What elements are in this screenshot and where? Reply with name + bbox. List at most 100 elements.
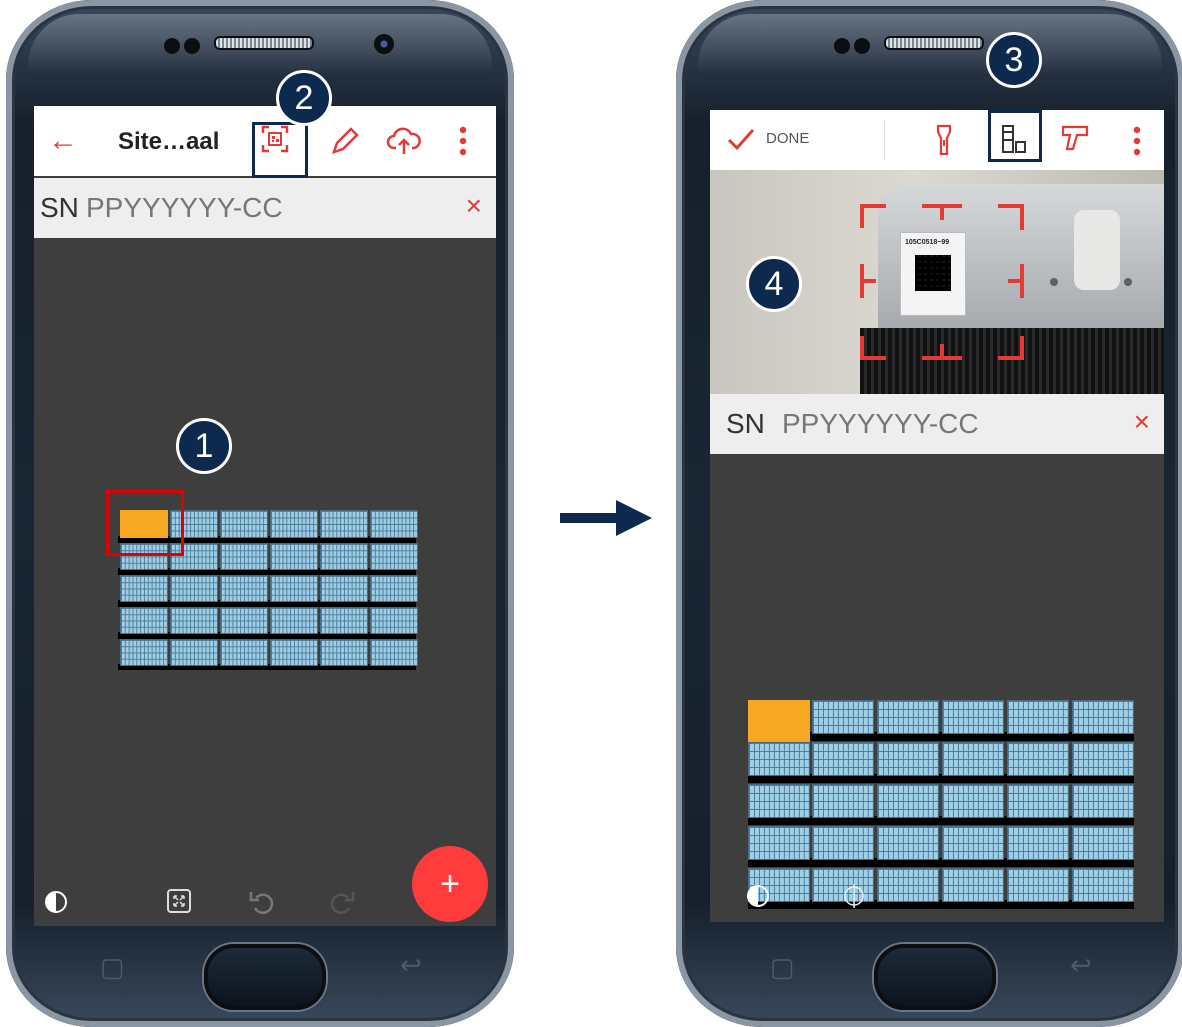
- solar-panel[interactable]: [812, 742, 874, 776]
- solar-panel[interactable]: [748, 826, 810, 860]
- callout-2: 2: [276, 70, 332, 126]
- solar-panel[interactable]: [220, 639, 268, 666]
- solar-panel[interactable]: [877, 700, 939, 734]
- solar-panel[interactable]: [1007, 700, 1069, 734]
- back-key-icon[interactable]: ↩: [400, 950, 422, 981]
- scan-frame: [860, 204, 1024, 360]
- solar-panel[interactable]: [320, 639, 368, 666]
- crosshair-icon[interactable]: [842, 884, 866, 913]
- more-vert-icon[interactable]: [458, 126, 468, 161]
- sensor: [854, 38, 870, 54]
- solar-panel[interactable]: [1072, 700, 1134, 734]
- solar-panel[interactable]: [370, 607, 418, 634]
- solar-panel[interactable]: [170, 607, 218, 634]
- solar-panel[interactable]: [1007, 784, 1069, 818]
- scanner-mode-highlight: [988, 110, 1042, 162]
- back-key-icon[interactable]: ↩: [1070, 950, 1092, 981]
- solar-panel[interactable]: [812, 700, 874, 734]
- cloud-upload-icon[interactable]: [386, 124, 422, 163]
- scan-button-highlight: [252, 122, 308, 178]
- transition-arrow-icon: [560, 500, 652, 541]
- toolbar-divider: [884, 120, 885, 160]
- callout-3: 3: [986, 32, 1042, 88]
- solar-panel[interactable]: [1072, 784, 1134, 818]
- solar-panel[interactable]: [1072, 742, 1134, 776]
- home-button[interactable]: [874, 944, 996, 1010]
- solar-panel[interactable]: [270, 607, 318, 634]
- solar-panel[interactable]: [1072, 868, 1134, 902]
- solar-panel[interactable]: [942, 742, 1004, 776]
- solar-panel[interactable]: [1007, 868, 1069, 902]
- solar-panel[interactable]: [748, 742, 810, 776]
- done-button[interactable]: DONE: [766, 130, 809, 147]
- solar-panel[interactable]: [170, 639, 218, 666]
- solar-panel[interactable]: [370, 510, 418, 538]
- redo-icon[interactable]: [328, 888, 356, 921]
- front-camera: [374, 34, 394, 54]
- solar-panel[interactable]: [748, 784, 810, 818]
- right-phone: DONE 105C0518−99 SN PPYYYYYY-CC × ▢ ↩: [676, 0, 1182, 1027]
- undo-icon[interactable]: [248, 888, 276, 921]
- solar-panel[interactable]: [170, 575, 218, 602]
- solar-panel[interactable]: [270, 575, 318, 602]
- solar-panel[interactable]: [320, 607, 368, 634]
- solar-panel[interactable]: [220, 575, 268, 602]
- solar-panel[interactable]: [320, 575, 368, 602]
- solar-panel[interactable]: [320, 510, 368, 538]
- solar-panel[interactable]: [942, 700, 1004, 734]
- solar-panel[interactable]: [942, 868, 1004, 902]
- bracket-slot: [1074, 210, 1120, 290]
- solar-panel[interactable]: [877, 742, 939, 776]
- sn-input[interactable]: PPYYYYYY-CC: [86, 192, 283, 224]
- check-icon[interactable]: [726, 126, 756, 157]
- solar-panel[interactable]: [1007, 826, 1069, 860]
- scanner-toolbar: DONE: [710, 110, 1164, 170]
- solar-panel[interactable]: [370, 639, 418, 666]
- solar-panel[interactable]: [942, 826, 1004, 860]
- solar-panel[interactable]: [877, 826, 939, 860]
- serial-number-bar: SN PPYYYYYY-CC ×: [34, 178, 496, 238]
- recents-key-icon[interactable]: ▢: [770, 952, 795, 983]
- solar-panel[interactable]: [942, 784, 1004, 818]
- solar-panel[interactable]: [270, 543, 318, 570]
- solar-panel[interactable]: [320, 543, 368, 570]
- earpiece-speaker: [884, 36, 984, 50]
- solar-panel[interactable]: [120, 575, 168, 602]
- bracket-hole: [1124, 278, 1132, 286]
- fit-screen-icon[interactable]: [166, 888, 192, 919]
- contrast-icon[interactable]: [746, 884, 770, 913]
- solar-panel[interactable]: [120, 607, 168, 634]
- back-arrow-icon[interactable]: ←: [48, 124, 78, 158]
- contrast-icon[interactable]: [44, 890, 68, 919]
- solar-panel[interactable]: [370, 575, 418, 602]
- pencil-icon[interactable]: [328, 124, 362, 163]
- left-screen: ← Site…aal SN PPYYYYYY-CC × +: [34, 106, 496, 926]
- solar-panel[interactable]: [270, 510, 318, 538]
- sn-label: SN: [40, 192, 79, 223]
- clear-sn-button[interactable]: ×: [466, 190, 482, 222]
- solar-panel[interactable]: [220, 543, 268, 570]
- solar-panel[interactable]: [1007, 742, 1069, 776]
- solar-panel[interactable]: [220, 607, 268, 634]
- solar-panel[interactable]: [877, 868, 939, 902]
- solar-panel[interactable]: [370, 543, 418, 570]
- sn-input[interactable]: PPYYYYYY-CC: [782, 408, 979, 440]
- clear-sn-button[interactable]: ×: [1134, 406, 1150, 438]
- flashlight-icon[interactable]: [936, 124, 952, 161]
- solar-panel[interactable]: [812, 784, 874, 818]
- sensor: [184, 38, 200, 54]
- recents-key-icon[interactable]: ▢: [100, 952, 125, 983]
- solar-panel[interactable]: [120, 639, 168, 666]
- solar-panel[interactable]: [812, 826, 874, 860]
- right-screen: DONE 105C0518−99 SN PPYYYYYY-CC ×: [710, 110, 1164, 922]
- selected-panel-highlight: [106, 490, 184, 556]
- solar-panel[interactable]: [270, 639, 318, 666]
- solar-panel-selected[interactable]: [748, 700, 810, 742]
- barcode-gun-icon[interactable]: [1060, 124, 1090, 159]
- add-fab-button[interactable]: +: [412, 846, 488, 922]
- solar-panel[interactable]: [220, 510, 268, 538]
- solar-panel[interactable]: [1072, 826, 1134, 860]
- solar-panel[interactable]: [877, 784, 939, 818]
- more-vert-icon[interactable]: [1132, 126, 1142, 161]
- home-button[interactable]: [204, 944, 326, 1010]
